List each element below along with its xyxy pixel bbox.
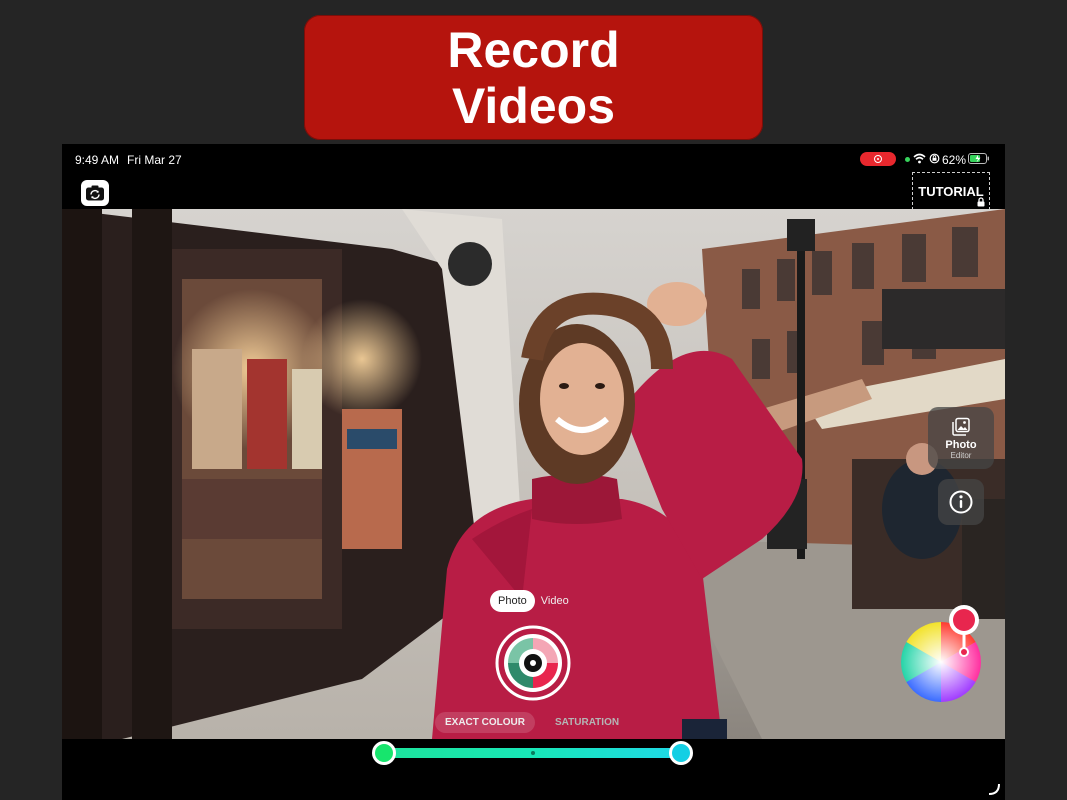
photo-editor-subtitle: Editor: [950, 450, 972, 460]
status-date: Fri Mar 27: [127, 153, 182, 167]
title-banner: Record Videos: [304, 15, 763, 140]
tutorial-button[interactable]: TUTORIAL: [912, 172, 990, 210]
adjust-mode-tabs: EXACT COLOUR SATURATION: [435, 712, 629, 733]
info-button[interactable]: [938, 479, 984, 525]
resize-corner-icon: [988, 783, 1000, 795]
gallery-icon: [952, 417, 970, 436]
photo-editor-title: Photo: [945, 438, 977, 451]
app-root: Record Videos 9:49 AM Fri Mar 27 62% TUT…: [0, 0, 1067, 800]
mode-video-option[interactable]: Video: [541, 595, 569, 607]
info-icon: [949, 490, 973, 514]
device-screen: 9:49 AM Fri Mar 27 62% TUTORIAL Photo Vi…: [62, 144, 1005, 800]
camera-flip-icon: [86, 185, 104, 201]
tab-saturation[interactable]: SATURATION: [545, 712, 629, 733]
screen-recording-indicator[interactable]: [860, 152, 896, 166]
camera-mode-toggle: Photo Video: [490, 589, 569, 613]
status-bar: 9:49 AM Fri Mar 27 62%: [62, 144, 1005, 174]
slider-start-handle[interactable]: [372, 741, 396, 765]
color-wheel-icon[interactable]: [900, 602, 982, 704]
status-time: 9:49 AM: [75, 153, 120, 167]
record-icon: [874, 155, 882, 163]
tab-exact-colour[interactable]: EXACT COLOUR: [435, 712, 535, 733]
camera-flip-button[interactable]: [81, 180, 109, 206]
banner-line-2: Videos: [451, 77, 616, 134]
wifi-icon: [913, 153, 926, 164]
photo-editor-button[interactable]: Photo Editor: [928, 407, 994, 469]
battery-percent: 62%: [942, 153, 967, 167]
battery-icon: [968, 153, 989, 164]
tutorial-label: TUTORIAL: [918, 183, 984, 199]
slider-end-handle[interactable]: [669, 741, 693, 765]
slider-midpoint: [531, 751, 535, 755]
camera-in-use-dot: [905, 157, 910, 162]
banner-line-1: Record: [447, 21, 620, 78]
orientation-lock-icon: [929, 153, 940, 164]
mode-photo-option[interactable]: Photo: [490, 590, 535, 612]
lock-icon: [977, 197, 985, 207]
shutter-button[interactable]: [495, 625, 571, 701]
